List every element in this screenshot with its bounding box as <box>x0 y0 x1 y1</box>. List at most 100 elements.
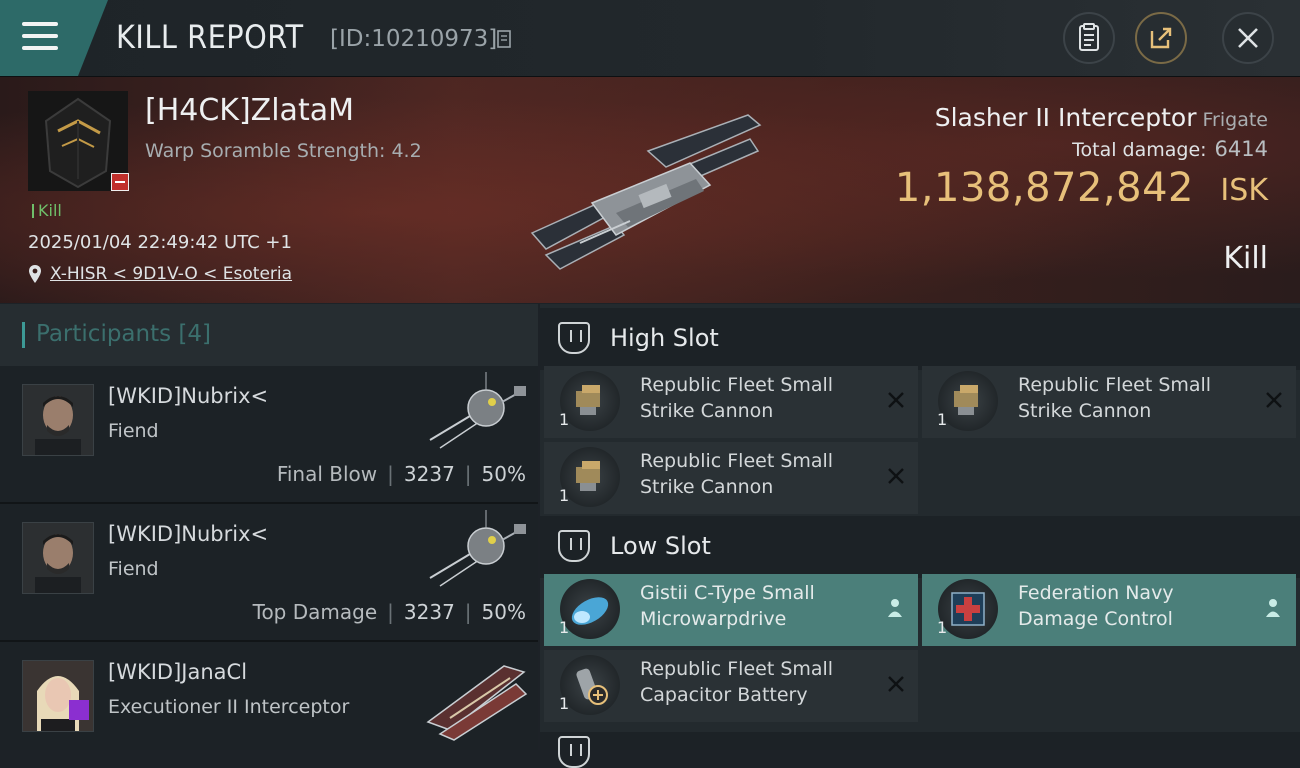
victim-panel: [H4CK]ZlataM Warp Soramble Strength: 4.2… <box>0 77 1300 303</box>
participant-name[interactable]: [WKID]Nubrix< <box>108 522 268 546</box>
destroyed-icon <box>1266 392 1282 408</box>
destroyed-icon <box>888 468 904 484</box>
participant-avatar[interactable] <box>22 522 94 594</box>
gender-badge <box>69 700 89 720</box>
isk-unit: ISK <box>1220 173 1268 208</box>
clipboard-button[interactable] <box>1063 12 1115 64</box>
module-name-line: Strike Cannon <box>1018 400 1152 422</box>
module-name-line: Republic Fleet Small <box>1018 374 1212 396</box>
participant-role: Top Damage <box>252 600 378 624</box>
share-button[interactable] <box>1135 12 1187 64</box>
participant-row[interactable]: [WKID]Nubrix< Fiend Final Blow | 3237 | 50% <box>0 366 538 504</box>
destroyed-icon <box>888 676 904 692</box>
stats-divider: | <box>464 462 472 486</box>
report-id: [ID:10210973] <box>330 26 498 52</box>
participant-damage: 3237 <box>403 600 455 624</box>
ship-class: Frigate <box>1202 109 1268 131</box>
participant-name[interactable]: [WKID]JanaCl <box>108 660 247 684</box>
participant-ship: Fiend <box>108 420 159 442</box>
participant-stats: Final Blow | 3237 | 50% <box>277 462 526 486</box>
participant-avatar[interactable] <box>22 660 94 732</box>
module-quantity: 1 <box>559 486 570 505</box>
participants-header: Participants [4] <box>0 304 538 367</box>
module-name-line: Gistii C-Type Small <box>640 582 815 604</box>
total-damage-label: Total damage: <box>1072 139 1207 161</box>
menu-icon[interactable] <box>22 22 58 50</box>
module-name-line: Federation Navy <box>1018 582 1174 604</box>
dropped-person-icon <box>888 599 902 617</box>
module-name: Republic Fleet Small Strike Cannon <box>640 372 870 424</box>
pilot-portrait <box>23 661 93 731</box>
total-damage: Total damage: 6414 <box>1072 137 1268 161</box>
next-slot-header <box>540 732 1300 768</box>
dropped-person-icon <box>1266 599 1280 617</box>
pilot-portrait <box>23 385 93 455</box>
share-icon <box>1150 27 1172 49</box>
module-card[interactable]: 1 Republic Fleet Small Strike Cannon <box>544 366 918 438</box>
module-name-line: Republic Fleet Small <box>640 658 834 680</box>
module-card[interactable]: 1 Federation Navy Damage Control <box>922 574 1296 646</box>
module-name-line: Strike Cannon <box>640 400 774 422</box>
participant-stats: Top Damage | 3237 | 50% <box>253 600 526 624</box>
kill-tag: Kill <box>32 201 62 220</box>
module-card[interactable]: 1 Republic Fleet Small Strike Cannon <box>544 442 918 514</box>
participant-damage: 3237 <box>403 462 455 486</box>
participant-row[interactable]: [WKID]Nubrix< Fiend Top Damage | 3237 | 50% <box>0 504 538 642</box>
close-icon <box>1238 28 1258 48</box>
fitting-panel: High Slot 1 Republic Fleet Small Strike C… <box>540 304 1300 768</box>
module-quantity: 1 <box>937 410 948 429</box>
stats-divider: | <box>387 600 394 624</box>
participant-ship: Fiend <box>108 558 159 580</box>
participant-ship-image <box>429 372 526 449</box>
header-accent-bar <box>22 322 25 348</box>
low-slot-header: Low Slot <box>540 516 1300 578</box>
module-name-line: Republic Fleet Small <box>640 374 834 396</box>
participant-name[interactable]: [WKID]Nubrix< <box>108 384 268 408</box>
total-damage-value: 6414 <box>1214 137 1268 161</box>
high-slot-label: High Slot <box>610 324 719 352</box>
module-quantity: 1 <box>937 618 948 637</box>
module-name: Republic Fleet Small Strike Cannon <box>1018 372 1248 424</box>
module-quantity: 1 <box>559 694 570 713</box>
participant-row[interactable]: [WKID]JanaCl Executioner II Interceptor <box>0 642 538 750</box>
high-slot-header: High Slot <box>540 308 1300 370</box>
victim-ship-image <box>530 114 762 270</box>
isk-value: 1,138,872,842 <box>894 165 1194 211</box>
participant-avatar[interactable] <box>22 384 94 456</box>
participants-title: Participants [4] <box>36 321 211 347</box>
participant-role: Final Blow <box>276 462 378 486</box>
module-card[interactable]: 1 Gistii C-Type Small Microwarpdrive <box>544 574 918 646</box>
victim-subtitle: Warp Soramble Strength: 4.2 <box>145 140 422 162</box>
high-slot-icon <box>558 322 590 354</box>
low-slot-label: Low Slot <box>610 532 711 560</box>
module-card[interactable]: 1 Republic Fleet Small Strike Cannon <box>922 366 1296 438</box>
module-card[interactable]: 1 Republic Fleet Small Capacitor Battery <box>544 650 918 722</box>
participant-ship: Executioner II Interceptor <box>108 696 350 718</box>
copy-icon[interactable] <box>497 30 513 50</box>
menu-button[interactable] <box>0 0 108 76</box>
standing-badge <box>111 173 129 191</box>
module-name-line: Damage Control <box>1018 608 1173 630</box>
close-button[interactable] <box>1222 12 1274 64</box>
participant-ship-image <box>426 665 528 741</box>
participants-panel: Participants [4] [WKID]Nubrix< Fiend Fin… <box>0 304 538 750</box>
module-name: Federation Navy Damage Control <box>1018 580 1248 632</box>
stats-divider: | <box>387 462 394 486</box>
clipboard-icon <box>1079 23 1099 51</box>
ship-name[interactable]: Slasher II Interceptor <box>935 103 1197 132</box>
participant-percent: 50% <box>481 462 526 486</box>
module-name: Republic Fleet Small Capacitor Battery <box>640 656 870 708</box>
kill-timestamp: 2025/01/04 22:49:42 UTC +1 <box>28 232 292 253</box>
location-link[interactable]: X-HISR < 9D1V-O < Esoteria <box>50 264 292 284</box>
victim-name[interactable]: [H4CK]ZlataM <box>145 93 354 128</box>
victim-ship-type: Slasher II Interceptor Frigate <box>935 103 1268 132</box>
slot-icon <box>558 736 590 768</box>
module-name-line: Strike Cannon <box>640 476 774 498</box>
module-name-line: Republic Fleet Small <box>640 450 834 472</box>
location-pin-icon <box>29 265 41 283</box>
participant-ship-image <box>429 510 526 587</box>
outcome-label: Kill <box>1223 241 1268 276</box>
page-title: KILL REPORT <box>116 18 304 56</box>
top-bar: KILL REPORT [ID:10210973] <box>0 0 1300 77</box>
pilot-portrait <box>23 523 93 593</box>
